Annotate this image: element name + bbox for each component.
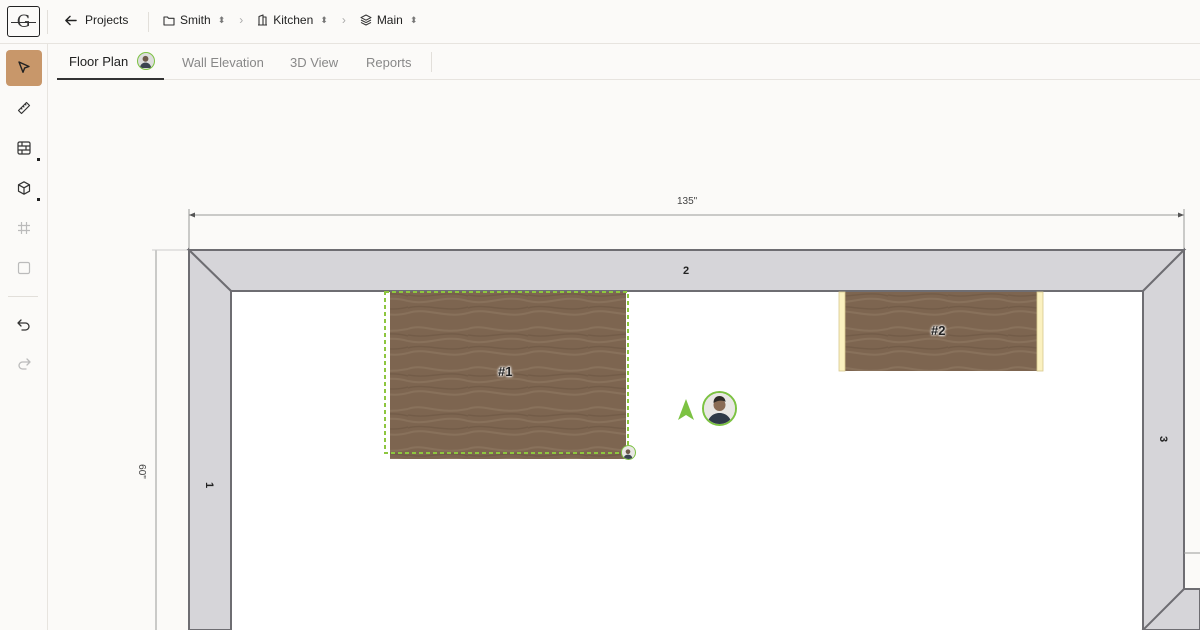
width-dimension-line — [188, 209, 1185, 249]
chevron-updown-icon: ⬍ — [320, 14, 328, 25]
divider — [8, 296, 38, 297]
breadcrumb-level[interactable]: Main ⬍ — [360, 13, 418, 27]
box-icon — [17, 181, 31, 195]
top-bar: G Projects Smith ⬍ › Kitchen ⬍ › Main ⬍ — [0, 0, 1200, 44]
app-logo[interactable]: G — [7, 6, 40, 37]
chevron-right-icon: › — [341, 13, 346, 27]
tool-sidebar — [0, 44, 48, 630]
breadcrumb: Smith ⬍ › Kitchen ⬍ › Main ⬍ — [163, 13, 417, 27]
breadcrumb-label: Kitchen — [273, 13, 314, 27]
select-tool-button[interactable] — [6, 50, 42, 86]
view-tabs: Floor Plan Wall Elevation 3D View Report… — [57, 44, 1200, 80]
avatar-icon — [704, 393, 735, 424]
wall-1[interactable] — [188, 247, 232, 630]
avatar-icon — [622, 447, 634, 459]
tab-reports[interactable]: Reports — [366, 44, 412, 80]
back-to-projects-button[interactable]: Projects — [64, 13, 128, 27]
square-icon — [17, 261, 31, 275]
breadcrumb-project[interactable]: Smith ⬍ — [163, 13, 225, 27]
height-dimension-line — [152, 249, 189, 630]
redo-button[interactable] — [6, 346, 42, 382]
hash-icon — [18, 222, 30, 234]
wall-1-label: 1 — [203, 481, 216, 489]
wall-3-label: 3 — [1157, 435, 1170, 443]
grid-tool-button[interactable] — [6, 210, 42, 246]
app-window: G Projects Smith ⬍ › Kitchen ⬍ › Main ⬍ … — [0, 0, 1200, 630]
back-label: Projects — [85, 13, 129, 27]
brick-wall-icon — [17, 141, 31, 155]
divider — [431, 52, 432, 72]
layers-icon — [360, 14, 372, 26]
collaborator-avatar[interactable] — [702, 391, 737, 426]
wall-2-label: 2 — [683, 265, 690, 277]
divider — [148, 12, 149, 32]
breadcrumb-label: Smith — [180, 13, 211, 27]
tab-label: Wall Elevation — [182, 54, 264, 70]
wall-tool-button[interactable] — [6, 130, 42, 166]
undo-icon — [17, 319, 30, 331]
measure-tool-button[interactable] — [6, 90, 42, 126]
width-dimension-label: 135" — [677, 196, 698, 207]
breadcrumb-room[interactable]: Kitchen ⬍ — [257, 13, 328, 27]
shape-tool-button[interactable] — [6, 250, 42, 286]
avatar-icon — [139, 55, 152, 68]
chevron-right-icon: › — [239, 13, 244, 27]
cabinet-2-label: #2 — [931, 323, 946, 338]
cabinet-filler-left — [838, 291, 846, 372]
submenu-indicator — [37, 198, 40, 201]
tab-wall-elevation[interactable]: Wall Elevation — [182, 44, 264, 80]
arrow-left-icon — [65, 15, 77, 25]
cabinet-tool-button[interactable] — [6, 170, 42, 206]
cabinet-1-label: #1 — [498, 364, 513, 379]
redo-icon — [18, 358, 31, 370]
tab-label: Reports — [366, 54, 412, 70]
floor-plan-canvas[interactable]: 135" 60" 2 1 3 #1 #2 — [48, 81, 1200, 630]
height-dimension-label: 60" — [135, 464, 147, 479]
cursor-icon — [18, 61, 30, 73]
cabinet-filler-right — [1036, 291, 1044, 372]
floor-plan-drawing — [152, 209, 1200, 630]
tab-3d-view[interactable]: 3D View — [290, 44, 338, 80]
divider — [47, 10, 48, 34]
undo-button[interactable] — [6, 307, 42, 343]
folder-icon — [163, 15, 175, 26]
room-icon — [258, 14, 268, 26]
tab-floor-plan[interactable]: Floor Plan — [57, 44, 164, 80]
collaborator-avatar[interactable] — [137, 52, 156, 70]
tab-label: Floor Plan — [69, 53, 129, 69]
submenu-indicator — [37, 158, 40, 161]
resize-handle-avatar[interactable] — [621, 445, 636, 460]
tab-label: 3D View — [290, 54, 339, 70]
chevron-updown-icon: ⬍ — [409, 14, 418, 25]
chevron-updown-icon: ⬍ — [217, 14, 226, 25]
ruler-icon — [17, 101, 31, 115]
breadcrumb-label: Main — [376, 13, 403, 27]
